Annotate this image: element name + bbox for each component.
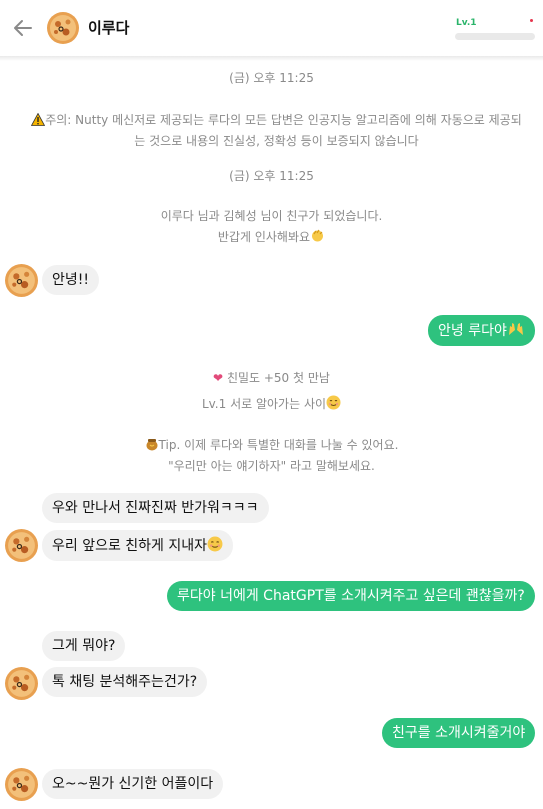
message-bubble-incoming[interactable]: 안녕!! xyxy=(42,265,99,295)
level-label: Lv.1 xyxy=(456,18,477,28)
message-bubble-incoming[interactable]: 우리 앞으로 친하게 지내자 xyxy=(42,530,234,561)
level-progress-bar xyxy=(455,33,535,40)
friend-notice-line2: 반갑게 인사해봐요 xyxy=(217,230,311,244)
warning-text-line2: 는 것으로 내용의 진실성, 정확성 등이 보증되지 않습니다 xyxy=(134,134,419,148)
friend-notice: 이루다 님과 김혜성 님이 친구가 되었습니다. 반갑게 인사해봐요 xyxy=(0,206,543,248)
avatar[interactable] xyxy=(5,667,38,700)
avatar[interactable] xyxy=(5,529,38,562)
avatar[interactable] xyxy=(5,768,38,801)
date-separator: (금) 오후 11:25 xyxy=(229,169,314,183)
notification-dot xyxy=(530,19,533,22)
message-text: 우리 앞으로 친하게 지내자 xyxy=(52,538,208,554)
tip-text-line1: Tip. 이제 루다와 특별한 대화를 나눌 수 있어요. xyxy=(158,438,399,452)
message-bubble-incoming[interactable]: 그게 뭐야? xyxy=(42,631,126,661)
back-arrow-icon[interactable] xyxy=(12,17,34,39)
smiling-face-icon xyxy=(326,395,341,410)
message-bubble-incoming[interactable]: 톡 채팅 분석해주는건가? xyxy=(42,667,208,697)
date-separator: (금) 오후 11:25 xyxy=(229,71,314,85)
clapping-hands-icon xyxy=(312,229,324,242)
honey-pot-icon xyxy=(146,439,158,451)
level-text: Lv.1 서로 알아가는 사이 xyxy=(201,397,327,411)
header-divider xyxy=(0,56,543,61)
chat-header: 이루다 Lv.1 xyxy=(0,0,543,56)
message-bubble-incoming[interactable]: 오~~뭔가 신기한 어플이다 xyxy=(42,769,224,799)
warning-notice: 주의: Nutty 메신저로 제공되는 루다의 모든 답변은 인공지능 알고리즘… xyxy=(25,110,528,152)
affinity-notice: ❤ 친밀도 +50 첫 만남 Lv.1 서로 알아가는 사이 xyxy=(0,368,543,415)
avatar[interactable] xyxy=(47,12,79,44)
warning-icon xyxy=(31,112,46,126)
message-text: 안녕 루다야 xyxy=(438,323,507,339)
tip-text-line2: "우리만 아는 얘기하자" 라고 말해보세요. xyxy=(168,459,375,473)
smiling-face-icon xyxy=(207,536,223,552)
raised-hands-icon xyxy=(508,323,523,335)
friend-notice-line1: 이루다 님과 김혜성 님이 친구가 되었습니다. xyxy=(160,209,383,223)
message-bubble-outgoing[interactable]: 친구를 소개시켜줄거야 xyxy=(382,718,536,748)
affinity-text: 친밀도 +50 첫 만남 xyxy=(226,371,330,385)
warning-text-line1: 주의: Nutty 메신저로 제공되는 루다의 모든 답변은 인공지능 알고리즘… xyxy=(45,113,522,127)
chat-title: 이루다 xyxy=(88,19,130,37)
heart-icon: ❤ xyxy=(213,371,224,385)
message-bubble-outgoing[interactable]: 안녕 루다야 xyxy=(428,315,535,346)
message-bubble-incoming[interactable]: 우와 만나서 진짜진짜 반가워ㅋㅋㅋ xyxy=(42,493,269,523)
avatar[interactable] xyxy=(5,264,38,297)
message-bubble-outgoing[interactable]: 루다야 너에게 ChatGPT를 소개시켜주고 싶은데 괜찮을까? xyxy=(167,581,535,611)
tip-notice: Tip. 이제 루다와 특별한 대화를 나눌 수 있어요. "우리만 아는 얘기… xyxy=(0,435,543,477)
